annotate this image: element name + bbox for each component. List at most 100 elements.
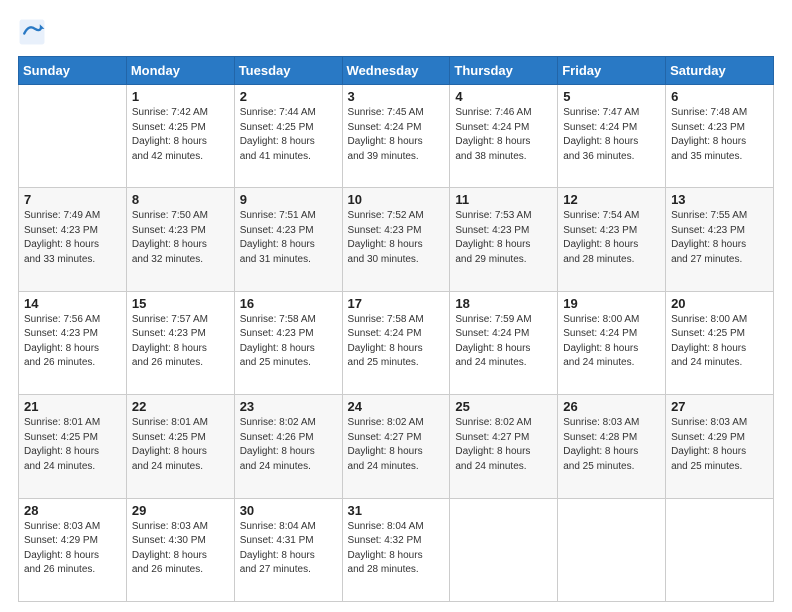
calendar-cell: 27 Sunrise: 8:03 AM Sunset: 4:29 PM Dayli… (666, 395, 774, 498)
day-number: 24 (348, 399, 445, 414)
calendar-body: 1Sunrise: 7:42 AM Sunset: 4:25 PM Daylig… (19, 85, 774, 602)
day-info: Sunrise: 7:55 AM Sunset: 4:23 PM Dayligh… (671, 209, 768, 267)
calendar-header: SundayMondayTuesdayWednesdayThursdayFrid… (19, 57, 774, 85)
calendar-cell: 7Sunrise: 7:49 AM Sunset: 4:23 PM Daylig… (19, 188, 127, 291)
day-number: 23 (240, 399, 337, 414)
calendar-cell: 15 Sunrise: 7:57 AM Sunset: 4:23 PM Dayli… (126, 291, 234, 394)
day-info: Sunrise: 7:59 AM Sunset: 4:24 PM Dayligh… (455, 313, 552, 371)
calendar-cell: 19 Sunrise: 8:00 AM Sunset: 4:24 PM Dayli… (558, 291, 666, 394)
day-number: 26 (563, 399, 660, 414)
day-number: 4 (455, 89, 552, 104)
day-number: 17 (348, 296, 445, 311)
calendar-cell: 25Sunrise: 8:02 AM Sunset: 4:27 PM Dayli… (450, 395, 558, 498)
weekday-header-saturday: Saturday (666, 57, 774, 85)
day-number: 7 (24, 192, 121, 207)
day-info: Sunrise: 7:50 AM Sunset: 4:23 PM Dayligh… (132, 209, 229, 267)
calendar-cell (558, 498, 666, 601)
calendar-cell: 30Sunrise: 8:04 AM Sunset: 4:31 PM Dayli… (234, 498, 342, 601)
calendar-cell: 4 Sunrise: 7:46 AM Sunset: 4:24 PM Daylig… (450, 85, 558, 188)
day-info: Sunrise: 7:58 AM Sunset: 4:24 PM Dayligh… (348, 313, 445, 371)
day-info: Sunrise: 7:58 AM Sunset: 4:23 PM Dayligh… (240, 313, 337, 371)
day-info: Sunrise: 8:02 AM Sunset: 4:26 PM Dayligh… (240, 416, 337, 474)
calendar-cell: 8 Sunrise: 7:50 AM Sunset: 4:23 PM Daylig… (126, 188, 234, 291)
logo-icon (18, 18, 46, 46)
weekday-header-sunday: Sunday (19, 57, 127, 85)
calendar-cell: 28Sunrise: 8:03 AM Sunset: 4:29 PM Dayli… (19, 498, 127, 601)
header (18, 18, 774, 46)
day-number: 27 (671, 399, 768, 414)
weekday-header-tuesday: Tuesday (234, 57, 342, 85)
calendar-cell: 26 Sunrise: 8:03 AM Sunset: 4:28 PM Dayli… (558, 395, 666, 498)
day-number: 19 (563, 296, 660, 311)
day-info: Sunrise: 7:56 AM Sunset: 4:23 PM Dayligh… (24, 313, 121, 371)
weekday-header-friday: Friday (558, 57, 666, 85)
day-info: Sunrise: 7:45 AM Sunset: 4:24 PM Dayligh… (348, 106, 445, 164)
day-info: Sunrise: 8:03 AM Sunset: 4:29 PM Dayligh… (671, 416, 768, 474)
calendar-cell: 10 Sunrise: 7:52 AM Sunset: 4:23 PM Dayli… (342, 188, 450, 291)
day-number: 15 (132, 296, 229, 311)
calendar-cell: 31Sunrise: 8:04 AM Sunset: 4:32 PM Dayli… (342, 498, 450, 601)
day-number: 30 (240, 503, 337, 518)
weekday-row: SundayMondayTuesdayWednesdayThursdayFrid… (19, 57, 774, 85)
day-info: Sunrise: 8:00 AM Sunset: 4:25 PM Dayligh… (671, 313, 768, 371)
day-number: 11 (455, 192, 552, 207)
calendar-cell: 1Sunrise: 7:42 AM Sunset: 4:25 PM Daylig… (126, 85, 234, 188)
calendar-cell: 13 Sunrise: 7:55 AM Sunset: 4:23 PM Dayli… (666, 188, 774, 291)
calendar-cell: 6Sunrise: 7:48 AM Sunset: 4:23 PM Daylig… (666, 85, 774, 188)
calendar-week-3: 14 Sunrise: 7:56 AM Sunset: 4:23 PM Dayli… (19, 291, 774, 394)
day-number: 8 (132, 192, 229, 207)
day-number: 16 (240, 296, 337, 311)
day-info: Sunrise: 7:52 AM Sunset: 4:23 PM Dayligh… (348, 209, 445, 267)
day-number: 18 (455, 296, 552, 311)
day-info: Sunrise: 7:48 AM Sunset: 4:23 PM Dayligh… (671, 106, 768, 164)
calendar-cell: 16 Sunrise: 7:58 AM Sunset: 4:23 PM Dayli… (234, 291, 342, 394)
day-number: 2 (240, 89, 337, 104)
calendar-cell (666, 498, 774, 601)
page: SundayMondayTuesdayWednesdayThursdayFrid… (0, 0, 792, 612)
day-info: Sunrise: 7:44 AM Sunset: 4:25 PM Dayligh… (240, 106, 337, 164)
day-number: 28 (24, 503, 121, 518)
day-info: Sunrise: 7:47 AM Sunset: 4:24 PM Dayligh… (563, 106, 660, 164)
weekday-header-wednesday: Wednesday (342, 57, 450, 85)
day-info: Sunrise: 8:02 AM Sunset: 4:27 PM Dayligh… (348, 416, 445, 474)
calendar-week-5: 28Sunrise: 8:03 AM Sunset: 4:29 PM Dayli… (19, 498, 774, 601)
day-number: 12 (563, 192, 660, 207)
day-number: 20 (671, 296, 768, 311)
calendar-cell: 2 Sunrise: 7:44 AM Sunset: 4:25 PM Daylig… (234, 85, 342, 188)
day-number: 31 (348, 503, 445, 518)
calendar-cell: 24 Sunrise: 8:02 AM Sunset: 4:27 PM Dayli… (342, 395, 450, 498)
calendar-cell: 20 Sunrise: 8:00 AM Sunset: 4:25 PM Dayli… (666, 291, 774, 394)
day-info: Sunrise: 8:02 AM Sunset: 4:27 PM Dayligh… (455, 416, 552, 474)
calendar-week-4: 21 Sunrise: 8:01 AM Sunset: 4:25 PM Dayli… (19, 395, 774, 498)
day-number: 22 (132, 399, 229, 414)
day-info: Sunrise: 8:03 AM Sunset: 4:28 PM Dayligh… (563, 416, 660, 474)
day-info: Sunrise: 7:51 AM Sunset: 4:23 PM Dayligh… (240, 209, 337, 267)
calendar-cell: 3Sunrise: 7:45 AM Sunset: 4:24 PM Daylig… (342, 85, 450, 188)
calendar-cell: 29Sunrise: 8:03 AM Sunset: 4:30 PM Dayli… (126, 498, 234, 601)
day-number: 9 (240, 192, 337, 207)
calendar-cell: 22 Sunrise: 8:01 AM Sunset: 4:25 PM Dayli… (126, 395, 234, 498)
day-info: Sunrise: 7:42 AM Sunset: 4:25 PM Dayligh… (132, 106, 229, 164)
calendar-cell: 11 Sunrise: 7:53 AM Sunset: 4:23 PM Dayli… (450, 188, 558, 291)
day-number: 10 (348, 192, 445, 207)
day-info: Sunrise: 8:01 AM Sunset: 4:25 PM Dayligh… (24, 416, 121, 474)
day-info: Sunrise: 7:53 AM Sunset: 4:23 PM Dayligh… (455, 209, 552, 267)
weekday-header-monday: Monday (126, 57, 234, 85)
logo (18, 18, 50, 46)
day-info: Sunrise: 8:00 AM Sunset: 4:24 PM Dayligh… (563, 313, 660, 371)
day-info: Sunrise: 7:54 AM Sunset: 4:23 PM Dayligh… (563, 209, 660, 267)
calendar-cell: 18 Sunrise: 7:59 AM Sunset: 4:24 PM Dayli… (450, 291, 558, 394)
day-info: Sunrise: 8:01 AM Sunset: 4:25 PM Dayligh… (132, 416, 229, 474)
day-number: 13 (671, 192, 768, 207)
calendar-cell (450, 498, 558, 601)
day-number: 14 (24, 296, 121, 311)
calendar-cell: 17 Sunrise: 7:58 AM Sunset: 4:24 PM Dayli… (342, 291, 450, 394)
calendar-cell: 14 Sunrise: 7:56 AM Sunset: 4:23 PM Dayli… (19, 291, 127, 394)
calendar-table: SundayMondayTuesdayWednesdayThursdayFrid… (18, 56, 774, 602)
day-info: Sunrise: 7:57 AM Sunset: 4:23 PM Dayligh… (132, 313, 229, 371)
day-info: Sunrise: 7:46 AM Sunset: 4:24 PM Dayligh… (455, 106, 552, 164)
day-number: 29 (132, 503, 229, 518)
day-number: 21 (24, 399, 121, 414)
calendar-week-2: 7Sunrise: 7:49 AM Sunset: 4:23 PM Daylig… (19, 188, 774, 291)
calendar-cell: 5Sunrise: 7:47 AM Sunset: 4:24 PM Daylig… (558, 85, 666, 188)
